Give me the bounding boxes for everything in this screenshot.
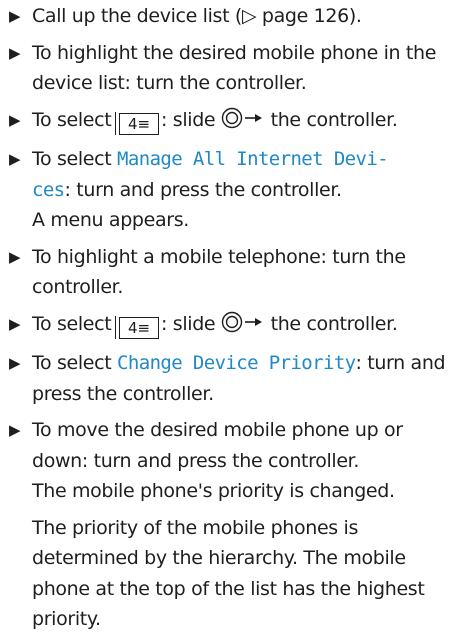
controller-slide-icon bbox=[221, 311, 265, 343]
step-text: the controller. bbox=[264, 312, 398, 335]
step-call-up-device-list: ▶ Call up the device list (▷ page 126). bbox=[4, 1, 462, 32]
controller-slide-icon bbox=[221, 107, 265, 139]
step-move-phone: ▶ To move the desired mobile phone up or… bbox=[4, 415, 462, 507]
bullet-arrow-icon: ▶ bbox=[9, 314, 21, 333]
priority-note: The priority of the mobile phones is det… bbox=[32, 516, 425, 631]
menu-icon: 4≡ bbox=[115, 112, 160, 135]
step-text: To move the desired mobile phone up or d… bbox=[32, 419, 403, 472]
page-reference-link[interactable]: page 126). bbox=[256, 5, 362, 27]
step-select-menu: ▶ To select 4≡: slide the controller. bbox=[4, 105, 462, 139]
step-highlight-telephone: ▶ To highlight a mobile telephone: turn … bbox=[4, 242, 462, 303]
step-text: : turn and press the controller. bbox=[64, 178, 343, 201]
bullet-arrow-icon: ▶ bbox=[9, 354, 21, 372]
step-text: the controller. bbox=[264, 108, 398, 131]
step-text: Call up the device list ( bbox=[32, 5, 242, 27]
step-select-menu-2: ▶ To select 4≡: slide the controller. bbox=[4, 309, 462, 343]
step-result: A menu appears. bbox=[32, 209, 189, 231]
step-select-change-priority: ▶ To select Change Device Priority: turn… bbox=[4, 348, 462, 409]
bullet-arrow-icon: ▶ bbox=[9, 150, 21, 168]
step-text: To select bbox=[32, 352, 118, 374]
step-text: : slide bbox=[161, 312, 221, 335]
bullet-arrow-icon: ▶ bbox=[9, 43, 21, 62]
menu-icon: 4≡ bbox=[115, 316, 160, 339]
step-text: : slide bbox=[161, 108, 221, 131]
bullet-arrow-icon: ▶ bbox=[9, 110, 21, 129]
step-text: To select bbox=[32, 108, 118, 131]
step-text: To highlight a mobile telephone: turn th… bbox=[32, 245, 406, 299]
bullet-arrow-icon: ▶ bbox=[9, 7, 21, 25]
step-text: To select bbox=[32, 148, 118, 170]
menu-term-manage-all-internet-devices: Manage All Internet Devi- bbox=[117, 148, 389, 170]
page-reference-icon: ▷ bbox=[241, 5, 257, 27]
step-text: To highlight the desired mobile phone in… bbox=[32, 41, 437, 95]
step-select-manage-devices: ▶ To select Manage All Internet Devi- ce… bbox=[4, 144, 462, 236]
menu-term-continuation: ces bbox=[32, 178, 65, 201]
manual-page: ▶ Call up the device list (▷ page 126). … bbox=[0, 0, 466, 635]
step-result: The mobile phone's priority is changed. bbox=[32, 480, 395, 502]
bullet-arrow-icon: ▶ bbox=[9, 247, 21, 266]
step-text: To select bbox=[32, 312, 118, 335]
menu-term-change-device-priority: Change Device Priority bbox=[117, 352, 356, 374]
bullet-arrow-icon: ▶ bbox=[9, 421, 21, 439]
step-highlight-phone: ▶ To highlight the desired mobile phone … bbox=[4, 38, 462, 99]
